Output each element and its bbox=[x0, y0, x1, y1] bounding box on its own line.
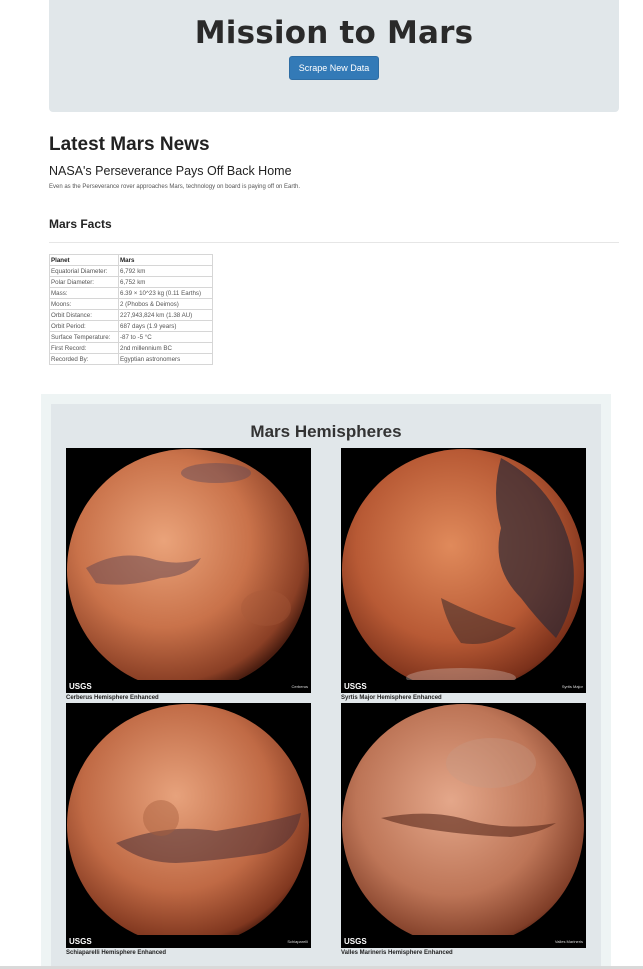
table-row: Equatorial Diameter: 6,792 km bbox=[49, 265, 213, 277]
fact-label: Orbit Distance: bbox=[49, 309, 119, 321]
hemisphere-card-valles-marineris[interactable]: USGS Valles Marineris Valles Marineris H… bbox=[341, 703, 586, 956]
fact-value: 6.39 × 10^23 kg (0.11 Earths) bbox=[118, 287, 213, 299]
table-header-cell: Planet bbox=[49, 254, 119, 266]
hemisphere-image-valles-marineris[interactable]: USGS Valles Marineris bbox=[341, 703, 586, 948]
news-headline: NASA's Perseverance Pays Off Back Home bbox=[49, 164, 292, 178]
fact-value: Egyptian astronomers bbox=[118, 353, 213, 365]
hemisphere-caption[interactable]: Schiaparelli Hemisphere Enhanced bbox=[66, 950, 311, 956]
mars-facts-table: Planet Mars Equatorial Diameter: 6,792 k… bbox=[49, 254, 213, 365]
table-row: First Record: 2nd millennium BC bbox=[49, 342, 213, 354]
mars-globe-image bbox=[66, 703, 311, 948]
fact-label: First Record: bbox=[49, 342, 119, 354]
scrape-button[interactable]: Scrape New Data bbox=[288, 56, 380, 80]
table-header-row: Planet Mars bbox=[49, 254, 213, 266]
table-row: Orbit Period: 687 days (1.9 years) bbox=[49, 320, 213, 332]
hemisphere-card-schiaparelli[interactable]: USGS Schiaparelli Schiaparelli Hemispher… bbox=[66, 703, 311, 956]
fact-label: Mass: bbox=[49, 287, 119, 299]
table-row: Recorded By: Egyptian astronomers bbox=[49, 353, 213, 365]
hemisphere-caption[interactable]: Valles Marineris Hemisphere Enhanced bbox=[341, 950, 586, 956]
jumbotron-header: Mission to Mars Scrape New Data bbox=[49, 0, 619, 112]
table-row: Polar Diameter: 6,752 km bbox=[49, 276, 213, 288]
facts-section-title: Mars Facts bbox=[49, 217, 112, 231]
fact-value: 2nd millennium BC bbox=[118, 342, 213, 354]
image-label: Syrtis Major bbox=[561, 684, 583, 689]
fact-label: Polar Diameter: bbox=[49, 276, 119, 288]
page-title: Mission to Mars bbox=[194, 15, 474, 51]
hemisphere-card-cerberus[interactable]: USGS Cerberus Cerberus Hemisphere Enhanc… bbox=[66, 448, 311, 701]
hemisphere-caption[interactable]: Cerberus Hemisphere Enhanced bbox=[66, 695, 311, 701]
usgs-logo: USGS bbox=[344, 682, 367, 691]
table-header-cell: Mars bbox=[118, 254, 213, 266]
fact-value: 687 days (1.9 years) bbox=[118, 320, 213, 332]
usgs-logo: USGS bbox=[69, 682, 92, 691]
fact-value: 227,943,824 km (1.38 AU) bbox=[118, 309, 213, 321]
fact-label: Surface Temperature: bbox=[49, 331, 119, 343]
hemispheres-title: Mars Hemispheres bbox=[250, 422, 402, 441]
fact-label: Moons: bbox=[49, 298, 119, 310]
usgs-logo: USGS bbox=[344, 937, 367, 946]
hemisphere-image-syrtis-major[interactable]: USGS Syrtis Major bbox=[341, 448, 586, 693]
usgs-logo: USGS bbox=[69, 937, 92, 946]
hemisphere-caption[interactable]: Syrtis Major Hemisphere Enhanced bbox=[341, 695, 586, 701]
table-row: Moons: 2 (Phobos & Deimos) bbox=[49, 298, 213, 310]
mars-globe-image bbox=[66, 448, 311, 693]
table-row: Mass: 6.39 × 10^23 kg (0.11 Earths) bbox=[49, 287, 213, 299]
image-label: Schiaparelli bbox=[287, 939, 308, 944]
fact-value: -87 to -5 °C bbox=[118, 331, 213, 343]
fact-value: 6,792 km bbox=[118, 265, 213, 277]
table-row: Orbit Distance: 227,943,824 km (1.38 AU) bbox=[49, 309, 213, 321]
news-teaser: Even as the Perseverance rover approache… bbox=[49, 184, 301, 190]
image-label: Cerberus bbox=[291, 684, 308, 689]
hemisphere-image-cerberus[interactable]: USGS Cerberus bbox=[66, 448, 311, 693]
fact-label: Orbit Period: bbox=[49, 320, 119, 332]
fact-label: Recorded By: bbox=[49, 353, 119, 365]
facts-divider bbox=[49, 242, 619, 243]
hemisphere-image-schiaparelli[interactable]: USGS Schiaparelli bbox=[66, 703, 311, 948]
mars-globe-image bbox=[341, 448, 586, 693]
table-row: Surface Temperature: -87 to -5 °C bbox=[49, 331, 213, 343]
image-label: Valles Marineris bbox=[554, 939, 583, 944]
fact-label: Equatorial Diameter: bbox=[49, 265, 119, 277]
fact-value: 6,752 km bbox=[118, 276, 213, 288]
hemisphere-card-syrtis-major[interactable]: USGS Syrtis Major Syrtis Major Hemispher… bbox=[341, 448, 586, 701]
fact-value: 2 (Phobos & Deimos) bbox=[118, 298, 213, 310]
news-section-title: Latest Mars News bbox=[49, 134, 210, 155]
mars-globe-image bbox=[341, 703, 586, 948]
